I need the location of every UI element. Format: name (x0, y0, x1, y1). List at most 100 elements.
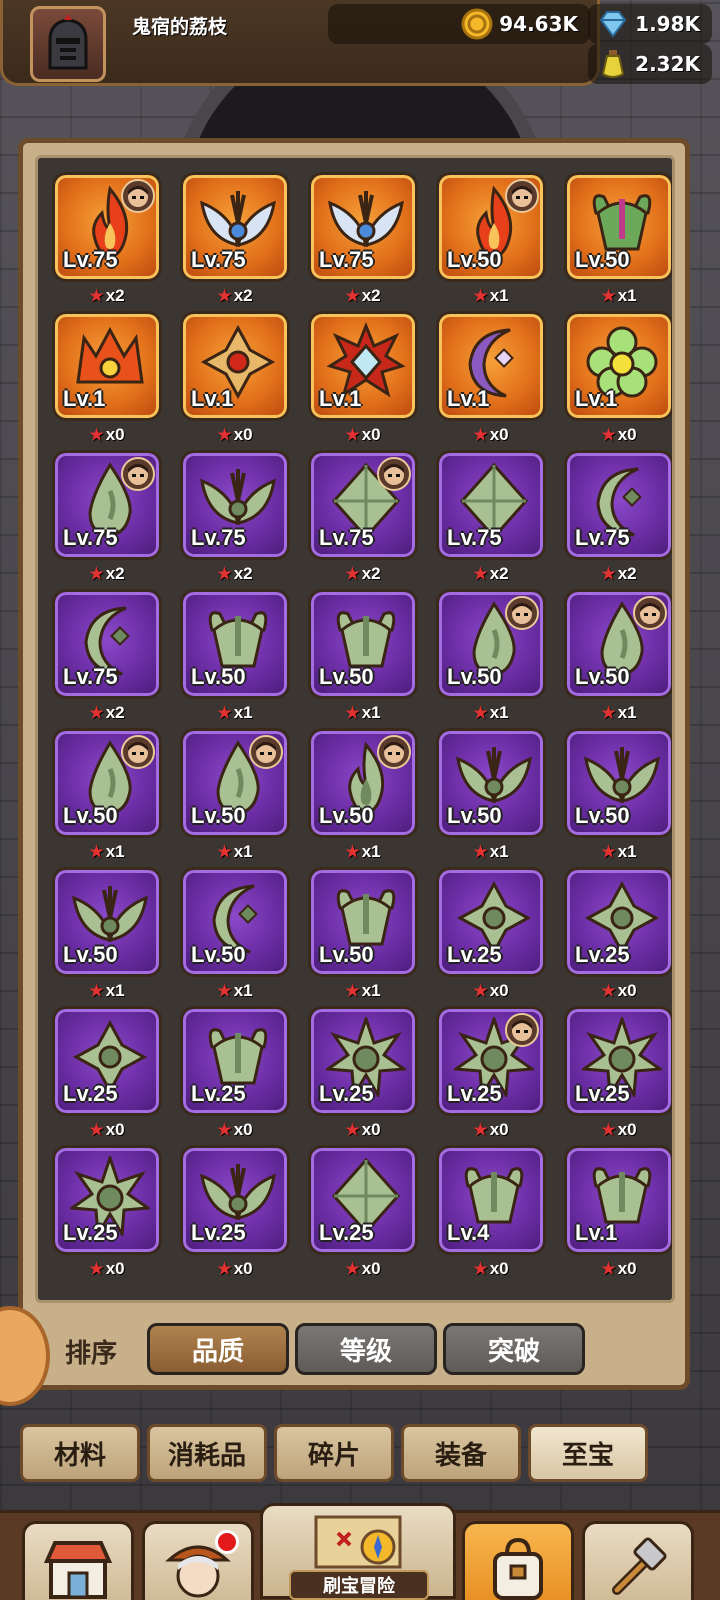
treasure-item[interactable]: Lv.25 ★ x0 (436, 1006, 546, 1139)
treasure-card[interactable]: Lv.50 (180, 867, 290, 977)
treasure-card[interactable]: Lv.75 (52, 450, 162, 560)
treasure-item[interactable]: Lv.1 ★ x0 (308, 311, 418, 444)
nav-adventure-button[interactable]: 刷宝冒险 (260, 1503, 456, 1600)
treasure-item[interactable]: Lv.75 ★ x2 (436, 450, 546, 583)
treasure-item[interactable]: Lv.25 ★ x0 (436, 867, 546, 1000)
treasure-item[interactable]: Lv.50 ★ x1 (180, 728, 290, 861)
treasure-item[interactable]: Lv.75 ★ x2 (180, 450, 290, 583)
treasure-card[interactable]: Lv.50 (308, 589, 418, 699)
nav-forge-button[interactable] (582, 1521, 694, 1600)
treasure-item[interactable]: Lv.1 ★ x0 (52, 311, 162, 444)
treasure-item[interactable]: Lv.25 ★ x0 (52, 1145, 162, 1278)
treasure-item[interactable]: Lv.25 ★ x0 (564, 867, 672, 1000)
nav-shop-button[interactable] (22, 1521, 134, 1600)
treasure-item[interactable]: Lv.75 ★ x2 (52, 172, 162, 305)
tab-fragments[interactable]: 碎片 (274, 1424, 394, 1482)
treasure-item[interactable]: Lv.75 ★ x2 (52, 450, 162, 583)
treasure-card[interactable]: Lv.50 (436, 728, 546, 838)
treasure-item[interactable]: Lv.4 ★ x0 (436, 1145, 546, 1278)
treasure-item[interactable]: Lv.50 ★ x1 (52, 728, 162, 861)
treasure-item[interactable]: Lv.50 ★ x1 (180, 867, 290, 1000)
treasure-card[interactable]: Lv.50 (180, 728, 290, 838)
treasure-card[interactable]: Lv.75 (308, 172, 418, 282)
treasure-card[interactable]: Lv.25 (436, 867, 546, 977)
treasure-card[interactable]: Lv.50 (52, 867, 162, 977)
diamond-counter[interactable]: 1.98K (588, 4, 712, 44)
treasure-item[interactable]: Lv.50 ★ x1 (180, 589, 290, 722)
sort-by-level-button[interactable]: 等级 (295, 1323, 437, 1375)
treasure-item[interactable]: Lv.1 ★ x0 (436, 311, 546, 444)
treasure-card[interactable]: Lv.25 (180, 1145, 290, 1255)
sort-by-breakthrough-button[interactable]: 突破 (443, 1323, 585, 1375)
tab-materials[interactable]: 材料 (20, 1424, 140, 1482)
treasure-card[interactable]: Lv.75 (564, 450, 672, 560)
tab-equipment[interactable]: 装备 (401, 1424, 521, 1482)
treasure-card[interactable]: Lv.50 (564, 589, 672, 699)
treasure-item[interactable]: Lv.50 ★ x1 (564, 589, 672, 722)
treasure-card[interactable]: Lv.25 (564, 867, 672, 977)
treasure-item[interactable]: Lv.50 ★ x1 (436, 172, 546, 305)
treasure-item[interactable]: Lv.50 ★ x1 (436, 728, 546, 861)
treasure-card[interactable]: Lv.50 (564, 728, 672, 838)
treasure-item[interactable]: Lv.25 ★ x0 (180, 1006, 290, 1139)
treasure-item[interactable]: Lv.25 ★ x0 (180, 1145, 290, 1278)
treasure-item[interactable]: Lv.1 ★ x0 (564, 311, 672, 444)
nav-hero-button[interactable] (142, 1521, 254, 1600)
treasure-item[interactable]: Lv.50 ★ x1 (564, 172, 672, 305)
treasure-card[interactable]: Lv.50 (308, 867, 418, 977)
treasure-item[interactable]: Lv.50 ★ x1 (52, 867, 162, 1000)
gold-counter[interactable]: 94.63K (328, 4, 590, 44)
treasure-card[interactable]: Lv.25 (564, 1006, 672, 1116)
treasure-item[interactable]: Lv.75 ★ x2 (308, 172, 418, 305)
treasure-item[interactable]: Lv.50 ★ x1 (308, 589, 418, 722)
treasure-item[interactable]: Lv.50 ★ x1 (308, 867, 418, 1000)
treasure-card[interactable]: Lv.1 (564, 1145, 672, 1255)
treasure-item[interactable]: Lv.75 ★ x2 (180, 172, 290, 305)
treasure-card[interactable]: Lv.75 (180, 172, 290, 282)
sort-by-quality-button[interactable]: 品质 (147, 1323, 289, 1375)
treasure-card[interactable]: Lv.50 (180, 589, 290, 699)
treasure-item[interactable]: Lv.50 ★ x1 (436, 589, 546, 722)
player-avatar[interactable] (30, 6, 106, 82)
treasure-item[interactable]: Lv.25 ★ x0 (308, 1145, 418, 1278)
treasure-card[interactable]: Lv.75 (308, 450, 418, 560)
treasure-list[interactable]: Lv.75 ★ x2 Lv.75 ★ x2 Lv.75 ★ x2 Lv.50 ★ x1 Lv.50 ★ x1… (35, 155, 675, 1303)
treasure-card[interactable]: Lv.1 (564, 311, 672, 421)
potion-counter[interactable]: 2.32K (588, 44, 712, 84)
treasure-card[interactable]: Lv.50 (52, 728, 162, 838)
treasure-item[interactable]: Lv.1 ★ x0 (180, 311, 290, 444)
treasure-card[interactable]: Lv.50 (308, 728, 418, 838)
treasure-card[interactable]: Lv.1 (308, 311, 418, 421)
tab-consumables[interactable]: 消耗品 (147, 1424, 267, 1482)
treasure-card[interactable]: Lv.4 (436, 1145, 546, 1255)
treasure-card[interactable]: Lv.25 (308, 1006, 418, 1116)
treasure-card[interactable]: Lv.50 (436, 589, 546, 699)
nav-backpack-button[interactable] (462, 1521, 574, 1600)
treasure-card[interactable]: Lv.75 (180, 450, 290, 560)
treasure-card[interactable]: Lv.1 (52, 311, 162, 421)
category-tabs: 材料 消耗品 碎片 装备 至宝 (20, 1424, 700, 1484)
star-count-value: x2 (617, 564, 637, 583)
treasure-card[interactable]: Lv.25 (52, 1006, 162, 1116)
treasure-item[interactable]: Lv.25 ★ x0 (564, 1006, 672, 1139)
treasure-item[interactable]: Lv.25 ★ x0 (308, 1006, 418, 1139)
treasure-item[interactable]: Lv.50 ★ x1 (564, 728, 672, 861)
treasure-card[interactable]: Lv.25 (436, 1006, 546, 1116)
treasure-card[interactable]: Lv.50 (436, 172, 546, 282)
treasure-card[interactable]: Lv.75 (52, 589, 162, 699)
treasure-card[interactable]: Lv.1 (436, 311, 546, 421)
treasure-item[interactable]: Lv.75 ★ x2 (564, 450, 672, 583)
treasure-card[interactable]: Lv.50 (564, 172, 672, 282)
treasure-item[interactable]: Lv.75 ★ x2 (308, 450, 418, 583)
treasure-card[interactable]: Lv.75 (52, 172, 162, 282)
tab-treasures[interactable]: 至宝 (528, 1424, 648, 1482)
treasure-card[interactable]: Lv.25 (180, 1006, 290, 1116)
treasure-card[interactable]: Lv.1 (180, 311, 290, 421)
treasure-card[interactable]: Lv.25 (308, 1145, 418, 1255)
treasure-item[interactable]: Lv.1 ★ x0 (564, 1145, 672, 1278)
treasure-card[interactable]: Lv.75 (436, 450, 546, 560)
treasure-item[interactable]: Lv.75 ★ x2 (52, 589, 162, 722)
treasure-item[interactable]: Lv.50 ★ x1 (308, 728, 418, 861)
treasure-card[interactable]: Lv.25 (52, 1145, 162, 1255)
treasure-item[interactable]: Lv.25 ★ x0 (52, 1006, 162, 1139)
